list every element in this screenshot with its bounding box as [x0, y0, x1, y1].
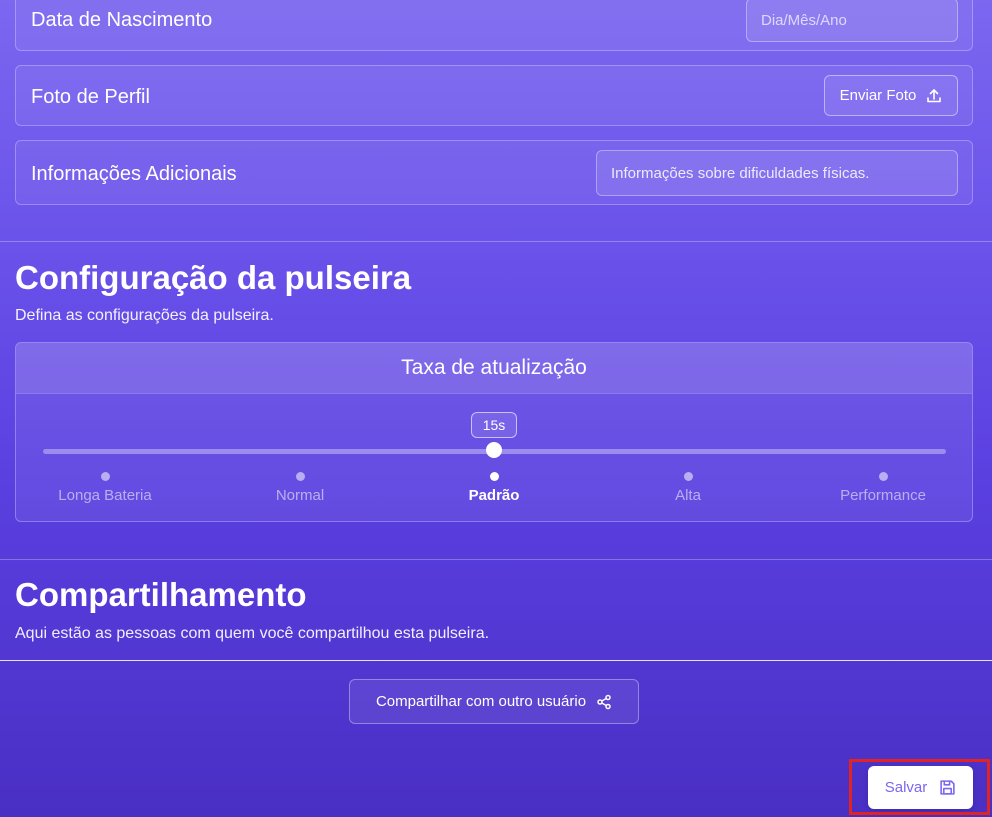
upload-photo-label: Enviar Foto — [839, 87, 917, 104]
slider-value-tooltip: 15s — [471, 412, 517, 438]
share-with-user-label: Compartilhar com outro usuário — [375, 693, 587, 710]
save-button[interactable]: Salvar — [868, 766, 973, 809]
slider-mark-dot — [879, 472, 888, 481]
birth-date-label: Data de Nascimento — [31, 9, 213, 31]
sharing-list-divider — [0, 660, 992, 661]
bracelet-section-title: Configuração da pulseira — [15, 259, 412, 296]
share-with-user-button[interactable]: Compartilhar com outro usuário — [349, 679, 639, 724]
additional-info-input[interactable]: Informações sobre dificuldades físicas. — [596, 150, 958, 196]
refresh-rate-card: Taxa de atualização 15s Longa Bateria No… — [15, 342, 973, 522]
upload-photo-button[interactable]: Enviar Foto — [824, 75, 958, 116]
additional-info-label: Informações Adicionais — [31, 163, 237, 185]
sharing-section-subtitle: Aqui estão as pessoas com quem você comp… — [15, 625, 490, 642]
share-icon — [596, 694, 612, 710]
profile-photo-row: Foto de Perfil Enviar Foto — [15, 65, 973, 126]
slider-mark-dot — [490, 472, 499, 481]
sharing-section-title: Compartilhamento — [15, 576, 307, 613]
save-button-label: Salvar — [884, 779, 928, 796]
floppy-disk-icon — [939, 779, 956, 796]
refresh-rate-title: Taxa de atualização — [16, 343, 972, 394]
profile-photo-label: Foto de Perfil — [31, 86, 150, 108]
slider-mark-dot — [296, 472, 305, 481]
section-divider — [0, 241, 992, 242]
slider-mark-normal[interactable]: Normal — [276, 487, 324, 504]
section-divider — [0, 559, 992, 560]
birth-date-input[interactable]: Dia/Mês/Ano — [746, 0, 958, 42]
slider-mark-performance[interactable]: Performance — [840, 487, 926, 504]
upload-icon — [926, 88, 942, 104]
bracelet-section-subtitle: Defina as configurações da pulseira. — [15, 307, 274, 324]
slider-thumb[interactable] — [486, 442, 502, 458]
slider-mark-high[interactable]: Alta — [675, 487, 701, 504]
slider-mark-long-battery[interactable]: Longa Bateria — [58, 487, 151, 504]
slider-mark-default[interactable]: Padrão — [469, 487, 520, 504]
additional-info-row: Informações Adicionais Informações sobre… — [15, 140, 973, 205]
slider-mark-dot — [101, 472, 110, 481]
slider-mark-dot — [684, 472, 693, 481]
birth-date-row: Data de Nascimento Dia/Mês/Ano — [15, 0, 973, 51]
